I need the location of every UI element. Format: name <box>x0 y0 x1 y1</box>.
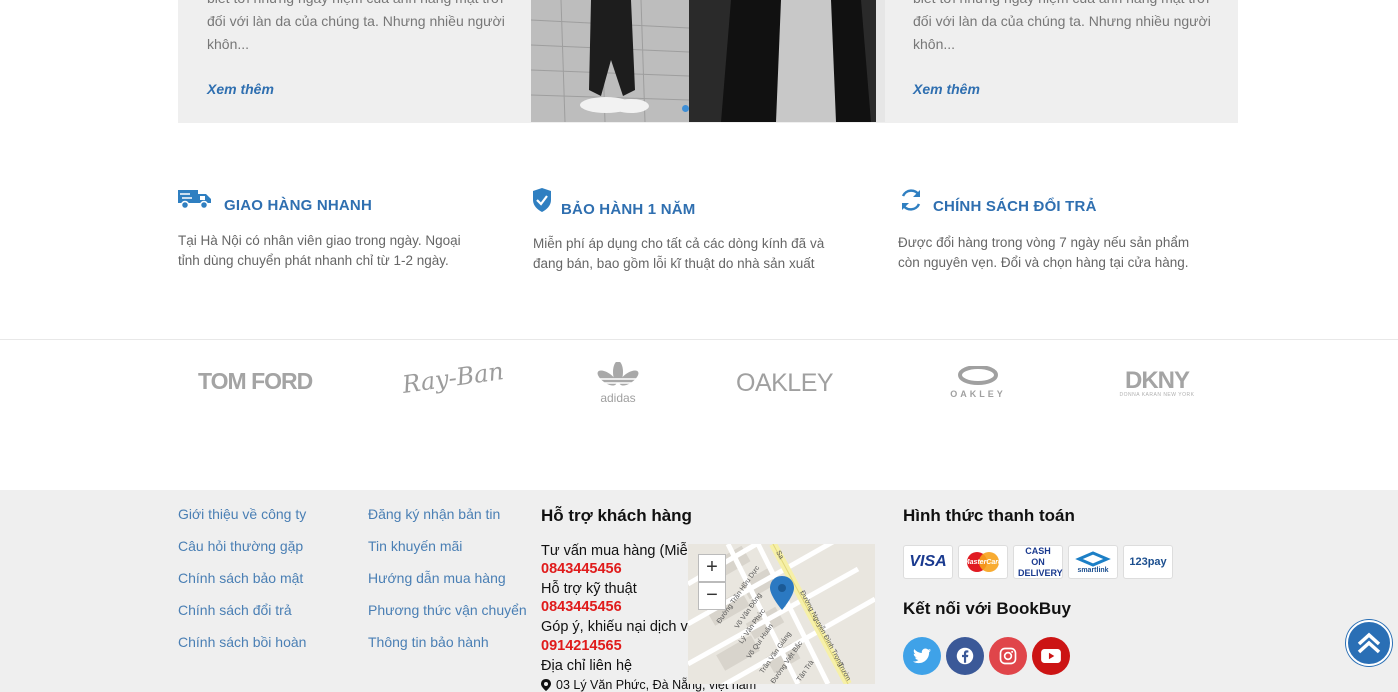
blog-excerpt-line: biết tới những ngày niệm của ánh nắng mặ… <box>207 0 507 10</box>
people-photo-image <box>531 0 885 122</box>
social-title: Kết nối với BookBuy <box>903 599 1071 618</box>
support-title: Hỗ trợ khách hàng <box>541 506 692 525</box>
footer-link[interactable]: Thông tin bảo hành <box>368 634 527 666</box>
facebook-icon[interactable] <box>946 637 984 675</box>
twitter-icon[interactable] <box>903 637 941 675</box>
double-chevron-up-icon <box>1357 632 1381 654</box>
shield-check-icon <box>533 188 551 217</box>
feature-title: GIAO HÀNG NHANH <box>224 197 372 214</box>
brand-logo-ray-ban[interactable]: Ray-Ban <box>401 357 506 399</box>
payment-title: Hình thức thanh toán <box>903 506 1075 525</box>
footer-link[interactable]: Đăng ký nhận bản tin <box>368 506 527 538</box>
map-pin-icon <box>541 679 551 691</box>
feature-title: CHÍNH SÁCH ĐỔI TRẢ <box>933 198 1097 215</box>
blog-excerpt-right: biết tới những ngày niệm của ánh nắng mặ… <box>913 0 1213 56</box>
feature-description-line: đang bán, bao gồm lỗi kĩ thuật do nhà sả… <box>533 256 815 271</box>
read-more-link[interactable]: Xem thêm <box>913 81 980 97</box>
map-zoom-out-button[interactable]: − <box>698 582 726 610</box>
instagram-icon[interactable] <box>989 637 1027 675</box>
feature-description-line: Miễn phí áp dụng cho tất cả các dòng kín… <box>533 236 825 251</box>
feature-description: Miễn phí áp dụng cho tất cả các dòng kín… <box>533 234 824 274</box>
brand-wordmark: adidas <box>600 391 636 405</box>
footer-links-col2: Đăng ký nhận bản tin Tin khuyến mãi Hướn… <box>368 506 527 666</box>
feature-description-line: Tại Hà Nội có nhân viên giao trong ngày.… <box>178 233 461 248</box>
youtube-icon[interactable] <box>1032 637 1070 675</box>
feature-description-line: tỉnh dùng chuyển phát nhanh chỉ từ 1-2 n… <box>178 253 449 268</box>
blog-excerpt-line: biết tới những ngày niệm của ánh nắng mặ… <box>913 0 1213 10</box>
social-links <box>903 637 1070 675</box>
footer-link[interactable]: Tin khuyến mãi <box>368 538 527 570</box>
feature-description: Tại Hà Nội có nhân viên giao trong ngày.… <box>178 231 461 271</box>
sales-phone[interactable]: 0843445456 <box>541 561 622 577</box>
footer-link[interactable]: Chính sách bảo mật <box>178 570 306 602</box>
payment-methods: VISA MasterCard CASH ON DELIVERY smartli… <box>903 545 1173 579</box>
complaint-label: Góp ý, khiếu nại dịch v <box>541 619 688 635</box>
brand-logo-calvin-klein[interactable]: OAKLEY <box>736 369 834 398</box>
footer-link[interactable]: Hướng dẫn mua hàng <box>368 570 527 602</box>
mastercard-icon: MasterCard <box>958 545 1008 579</box>
cash-on-delivery-icon: CASH ON DELIVERY <box>1013 545 1063 579</box>
footer-link[interactable]: Chính sách đổi trả <box>178 602 306 634</box>
feature-title: BẢO HÀNH 1 NĂM <box>561 201 696 218</box>
feature-description: Được đổi hàng trong vòng 7 ngày nếu sản … <box>898 233 1189 273</box>
address-label: Địa chỉ liên hệ <box>541 658 633 674</box>
blog-excerpt-line: đối với làn da của chúng ta. Nhưng nhiều… <box>207 13 505 29</box>
payment-label: 123pay <box>1129 556 1167 568</box>
payment-label: CASH ON DELIVERY <box>1018 545 1063 578</box>
brand-tagline: DONNA KARAN NEW YORK <box>1119 392 1195 398</box>
blog-excerpt-line: khôn... <box>207 36 250 52</box>
blog-excerpt-line: đối với làn da của chúng ta. Nhưng nhiều… <box>913 13 1211 29</box>
brand-logo-dkny[interactable]: DKNY DONNA KARAN NEW YORK <box>1114 367 1200 398</box>
footer-link[interactable]: Chính sách bồi hoàn <box>178 634 306 666</box>
back-to-top-button[interactable] <box>1346 620 1392 666</box>
blog-excerpt-left: biết tới những ngày niệm của ánh nắng mặ… <box>207 0 507 56</box>
feature-description-line: Được đổi hàng trong vòng 7 ngày nếu sản … <box>898 235 1190 250</box>
blog-excerpt-line: khôn... <box>913 36 956 52</box>
truck-icon <box>178 188 212 215</box>
map-zoom-in-button[interactable]: + <box>698 554 726 582</box>
smartlink-icon: smartlink <box>1068 545 1118 579</box>
payment-label: MasterCard <box>963 558 1003 566</box>
tech-support-label: Hỗ trợ kỹ thuật <box>541 581 637 597</box>
footer-link[interactable]: Phương thức vận chuyển <box>368 602 527 634</box>
adidas-trefoil-icon <box>596 361 640 386</box>
123pay-icon: 123pay <box>1123 545 1173 579</box>
payment-label: VISA <box>909 553 947 570</box>
section-divider <box>0 339 1398 340</box>
visa-icon: VISA <box>903 545 953 579</box>
footer-link[interactable]: Câu hỏi thường gặp <box>178 538 306 570</box>
tech-support-phone[interactable]: 0843445456 <box>541 599 622 615</box>
payment-label: smartlink <box>1077 566 1109 574</box>
refresh-icon <box>898 187 924 218</box>
oakley-ellipse-icon <box>958 365 998 385</box>
footer-link[interactable]: Giới thiệu về công ty <box>178 506 306 538</box>
brand-logo-adidas[interactable]: adidas <box>596 361 640 405</box>
brand-wordmark: OAKLEY <box>950 389 1006 399</box>
brand-logo-tom-ford[interactable]: TOM FORD <box>198 368 313 395</box>
brand-logo-oakley[interactable]: OAKLEY <box>940 365 1016 399</box>
feature-description-line: còn nguyên vẹn. Đổi và chọn hàng tại cửa… <box>898 255 1189 270</box>
store-map[interactable]: Đường Trần Hữu Dực Võ Văn Đồng Lý Văn Ph… <box>688 544 875 684</box>
read-more-link[interactable]: Xem thêm <box>207 81 274 97</box>
complaint-phone[interactable]: 0914214565 <box>541 638 622 654</box>
footer-links-col1: Giới thiệu về công ty Câu hỏi thường gặp… <box>178 506 306 666</box>
sales-label: Tư vấn mua hàng (Miễ <box>541 543 688 559</box>
brand-wordmark: DKNY <box>1124 367 1190 394</box>
slider-dot[interactable] <box>682 105 689 112</box>
blog-photo[interactable] <box>531 0 885 122</box>
